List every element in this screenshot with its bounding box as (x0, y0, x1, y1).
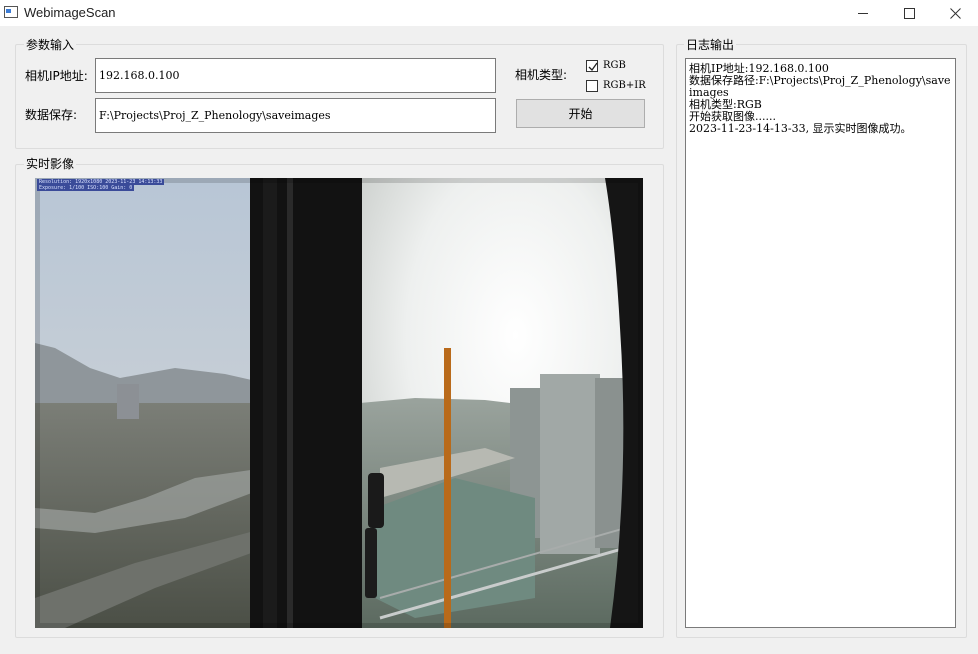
camera-type-label: 相机类型: (515, 68, 568, 82)
close-button[interactable] (932, 0, 978, 26)
log-output[interactable]: 相机IP地址:192.168.0.100 数据保存路径:F:\Projects\… (685, 58, 956, 628)
log-group-title: 日志输出 (684, 38, 737, 52)
minimize-icon (858, 13, 868, 14)
checkmark-icon (588, 62, 598, 72)
rgb-ir-option-label[interactable]: RGB+IR (603, 80, 646, 92)
window-title: WebimageScan (24, 5, 116, 20)
minimize-button[interactable] (840, 0, 886, 26)
rgb-checkbox[interactable] (586, 60, 598, 72)
log-line: 数据保存路径:F:\Projects\Proj_Z_Phenology\save… (689, 74, 951, 99)
camera-frame-picture (35, 178, 643, 628)
start-button[interactable]: 开始 (516, 99, 645, 128)
close-icon (949, 7, 961, 19)
title-bar: WebimageScan (0, 0, 978, 26)
save-path-label: 数据保存: (25, 108, 78, 122)
rgb-ir-checkbox[interactable] (586, 80, 598, 92)
maximize-button[interactable] (886, 0, 932, 26)
rgb-option-label[interactable]: RGB (603, 60, 626, 72)
image-overlay-line-2: Exposure: 1/100 ISO:100 Gain: 0 (37, 185, 135, 191)
camera-ip-label: 相机IP地址: (25, 69, 88, 83)
params-group-title: 参数输入 (24, 38, 77, 52)
log-line: 2023-11-23-14-13-33, 显示实时图像成功。 (689, 122, 912, 135)
live-image-group-title: 实时影像 (24, 157, 77, 171)
maximize-icon (903, 7, 915, 19)
live-camera-image: Resolution: 1920x1080 2023-11-23 14:13:3… (35, 178, 643, 628)
camera-ip-input[interactable]: 192.168.0.100 (95, 58, 496, 93)
save-path-input[interactable]: F:\Projects\Proj_Z_Phenology\saveimages (95, 98, 496, 133)
app-icon (4, 6, 18, 18)
